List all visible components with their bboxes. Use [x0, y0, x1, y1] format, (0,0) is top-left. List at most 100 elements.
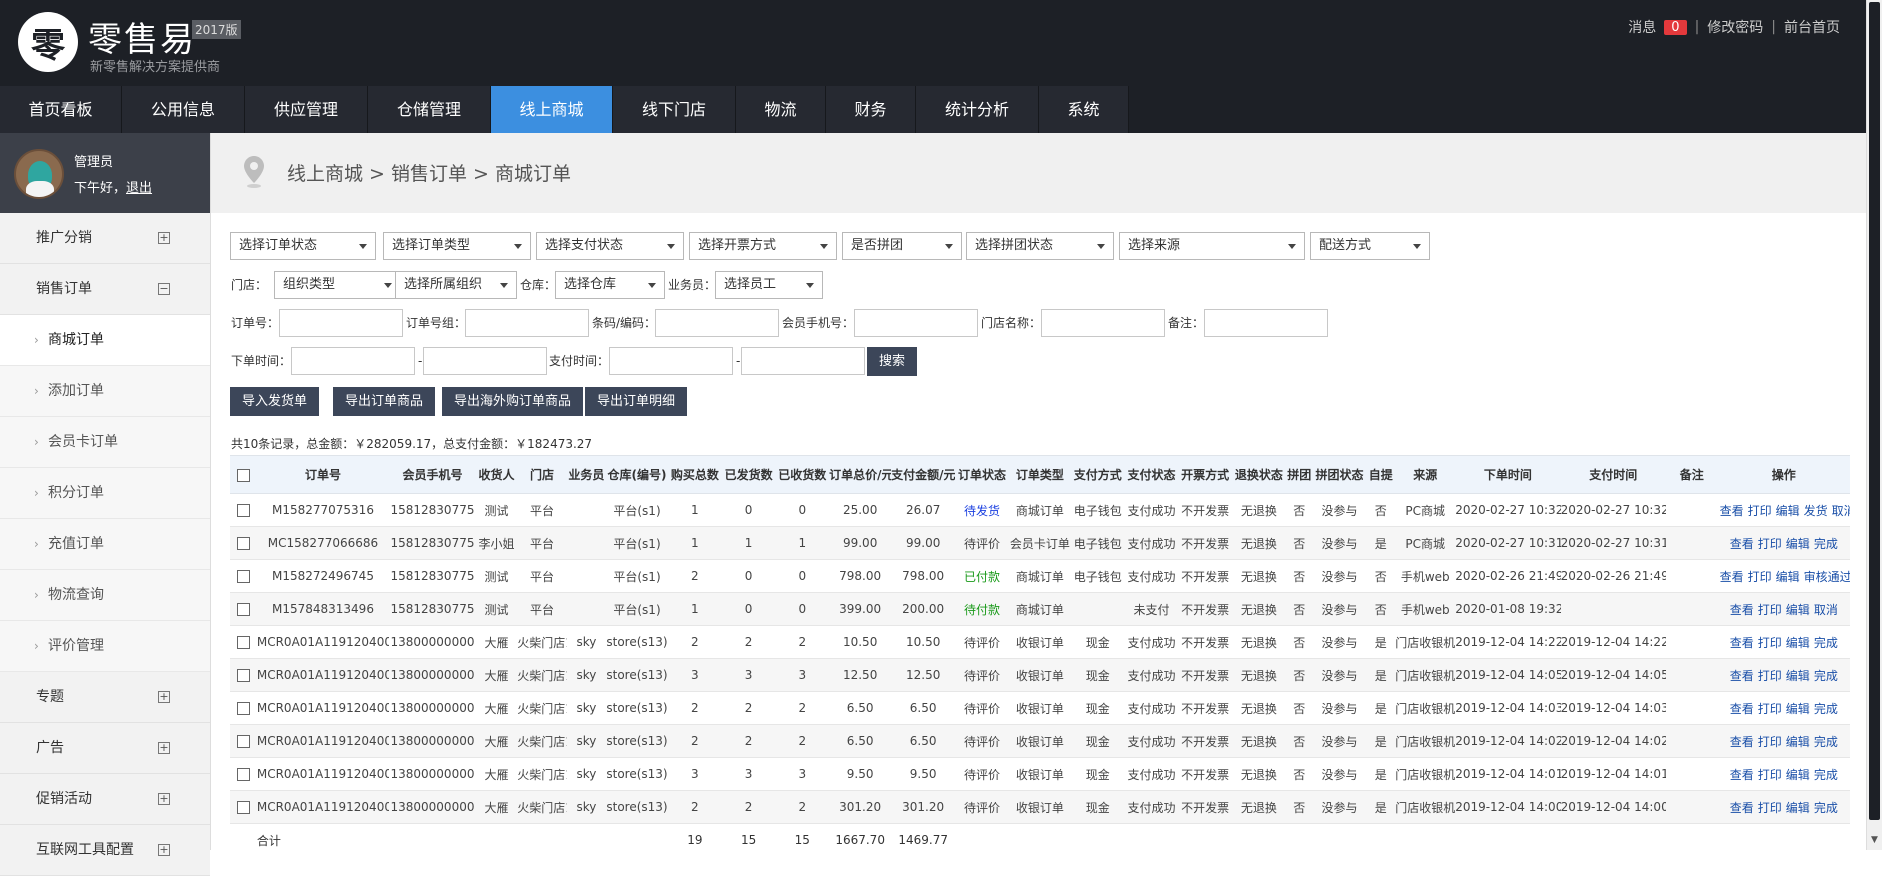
row-action-link[interactable]: 打印 [1758, 603, 1782, 617]
row-action-link[interactable]: 完成 [1814, 537, 1838, 551]
row-action-link[interactable]: 完成 [1814, 801, 1838, 815]
select-all-checkbox[interactable] [236, 468, 250, 482]
expand-icon[interactable]: + [158, 691, 170, 703]
row-action-link[interactable]: 打印 [1758, 735, 1782, 749]
expand-icon[interactable]: + [158, 232, 170, 244]
row-action-link[interactable]: 编辑 [1786, 603, 1810, 617]
row-action-link[interactable]: 查看 [1730, 768, 1754, 782]
sidebar-item[interactable]: 销售订单 − [0, 264, 210, 315]
sidebar-item[interactable]: 促销活动 + [0, 774, 210, 825]
nav-item[interactable]: 公用信息 [122, 86, 245, 133]
pay-time-start-input[interactable] [609, 347, 733, 375]
expand-icon[interactable]: + [158, 844, 170, 856]
row-action-link[interactable]: 完成 [1814, 636, 1838, 650]
row-action-link[interactable]: 完成 [1814, 768, 1838, 782]
row-action-link[interactable]: 取消 [1814, 603, 1838, 617]
row-action-link[interactable]: 打印 [1758, 702, 1782, 716]
page-scrollbar[interactable]: ▼ [1866, 0, 1882, 850]
order-type-select[interactable]: 选择订单类型 [383, 232, 531, 260]
export-order-goods-button[interactable]: 导出订单商品 [333, 387, 436, 416]
row-action-link[interactable]: 查看 [1730, 636, 1754, 650]
row-action-link[interactable]: 审核通过 [1804, 570, 1850, 584]
pay-status-select[interactable]: 选择支付状态 [536, 232, 684, 260]
row-checkbox[interactable] [236, 603, 250, 616]
row-checkbox[interactable] [236, 570, 250, 583]
nav-item[interactable]: 统计分析 [916, 86, 1039, 133]
row-action-link[interactable]: 打印 [1748, 570, 1772, 584]
row-checkbox[interactable] [236, 537, 250, 550]
nav-item[interactable]: 线上商城 [491, 86, 613, 133]
nav-item[interactable]: 财务 [826, 86, 916, 133]
delivery-select[interactable]: 配送方式 [1310, 232, 1430, 260]
sidebar-item[interactable]: 商城订单 [0, 315, 210, 366]
row-action-link[interactable]: 查看 [1730, 735, 1754, 749]
logout-link[interactable]: 退出 [126, 181, 152, 196]
row-action-link[interactable]: 编辑 [1786, 702, 1810, 716]
row-action-link[interactable]: 查看 [1730, 603, 1754, 617]
nav-item[interactable]: 供应管理 [245, 86, 368, 133]
row-action-link[interactable]: 查看 [1730, 669, 1754, 683]
row-action-link[interactable]: 打印 [1758, 669, 1782, 683]
expand-icon[interactable]: + [158, 793, 170, 805]
row-checkbox[interactable] [236, 801, 250, 814]
order-time-start-input[interactable] [291, 347, 415, 375]
store-name-input[interactable] [1041, 309, 1165, 337]
order-status-select[interactable]: 选择订单状态 [230, 232, 376, 260]
group-select[interactable]: 是否拼团 [842, 232, 962, 260]
sidebar-item[interactable]: 物流查询 [0, 570, 210, 621]
scrollbar-thumb[interactable] [1869, 2, 1880, 820]
import-shipping-button[interactable]: 导入发货单 [230, 387, 320, 416]
row-action-link[interactable]: 编辑 [1786, 735, 1810, 749]
row-action-link[interactable]: 取消 [1832, 504, 1850, 518]
order-time-end-input[interactable] [423, 347, 547, 375]
remark-input[interactable] [1204, 309, 1328, 337]
row-action-link[interactable]: 发货 [1804, 504, 1828, 518]
pay-time-end-input[interactable] [741, 347, 865, 375]
messages-link[interactable]: 消息 [1628, 17, 1656, 37]
row-action-link[interactable]: 编辑 [1786, 801, 1810, 815]
expand-icon[interactable]: + [158, 742, 170, 754]
row-action-link[interactable]: 打印 [1758, 636, 1782, 650]
export-overseas-button[interactable]: 导出海外购订单商品 [442, 387, 584, 416]
row-checkbox[interactable] [236, 504, 250, 517]
row-checkbox[interactable] [236, 702, 250, 715]
row-action-link[interactable]: 完成 [1814, 669, 1838, 683]
row-action-link[interactable]: 完成 [1814, 702, 1838, 716]
invoice-select[interactable]: 选择开票方式 [689, 232, 837, 260]
row-action-link[interactable]: 编辑 [1786, 636, 1810, 650]
sidebar-item[interactable]: 广告 + [0, 723, 210, 774]
sidebar-item[interactable]: 推广分销 + [0, 213, 210, 264]
staff-select[interactable]: 选择员工 [715, 271, 823, 299]
row-action-link[interactable]: 查看 [1730, 801, 1754, 815]
order-group-input[interactable] [465, 309, 589, 337]
org-select[interactable]: 选择所属组织 [395, 271, 517, 299]
nav-item[interactable]: 系统 [1039, 86, 1129, 133]
row-action-link[interactable]: 打印 [1748, 504, 1772, 518]
row-action-link[interactable]: 编辑 [1786, 669, 1810, 683]
sidebar-item[interactable]: 充值订单 [0, 519, 210, 570]
nav-item[interactable]: 线下门店 [613, 86, 736, 133]
search-button[interactable]: 搜索 [867, 347, 918, 376]
change-password-link[interactable]: 修改密码 [1707, 17, 1763, 37]
row-action-link[interactable]: 查看 [1720, 504, 1744, 518]
row-action-link[interactable]: 打印 [1758, 768, 1782, 782]
row-action-link[interactable]: 查看 [1730, 537, 1754, 551]
row-action-link[interactable]: 完成 [1814, 735, 1838, 749]
org-type-select[interactable]: 组织类型 [274, 271, 401, 299]
member-phone-input[interactable] [854, 309, 978, 337]
sidebar-item[interactable]: 积分订单 [0, 468, 210, 519]
group-status-select[interactable]: 选择拼团状态 [966, 232, 1114, 260]
row-action-link[interactable]: 编辑 [1776, 570, 1800, 584]
row-checkbox[interactable] [236, 669, 250, 682]
nav-item[interactable]: 物流 [736, 86, 826, 133]
row-checkbox[interactable] [236, 636, 250, 649]
sidebar-item[interactable]: 专题 + [0, 672, 210, 723]
collapse-icon[interactable]: − [158, 283, 170, 295]
row-action-link[interactable]: 编辑 [1786, 768, 1810, 782]
barcode-input[interactable] [655, 309, 779, 337]
row-checkbox[interactable] [236, 768, 250, 781]
front-home-link[interactable]: 前台首页 [1784, 17, 1840, 37]
order-no-input[interactable] [279, 309, 403, 337]
row-action-link[interactable]: 编辑 [1786, 537, 1810, 551]
row-action-link[interactable]: 查看 [1730, 702, 1754, 716]
